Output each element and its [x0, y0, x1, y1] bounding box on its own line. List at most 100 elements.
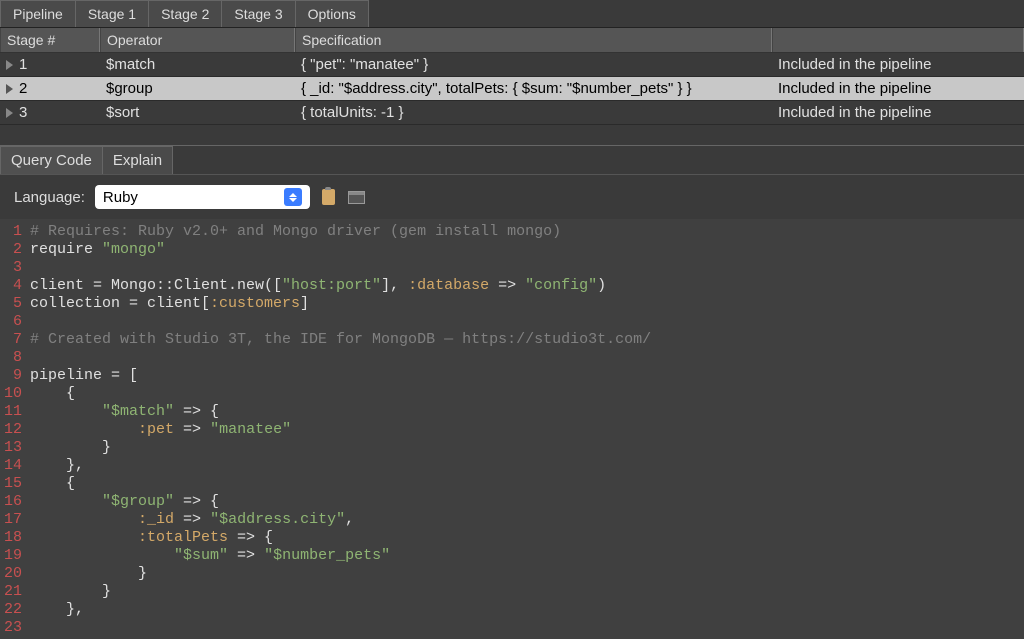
stage-spec: { _id: "$address.city", totalPets: { $su…	[295, 77, 772, 100]
code-content: }	[30, 439, 1024, 457]
code-editor[interactable]: 1# Requires: Ruby v2.0+ and Mongo driver…	[0, 219, 1024, 639]
code-content: :_id => "$address.city",	[30, 511, 1024, 529]
code-line: 18 :totalPets => {	[0, 529, 1024, 547]
code-line: 19 "$sum" => "$number_pets"	[0, 547, 1024, 565]
top-tab-pipeline[interactable]: Pipeline	[0, 0, 76, 27]
line-number: 9	[0, 367, 30, 385]
code-content: pipeline = [	[30, 367, 1024, 385]
line-number: 1	[0, 223, 30, 241]
line-number: 7	[0, 331, 30, 349]
code-line: 16 "$group" => {	[0, 493, 1024, 511]
top-tab-stage-2[interactable]: Stage 2	[148, 0, 222, 27]
lower-tab-explain[interactable]: Explain	[102, 146, 173, 174]
copy-to-clipboard-button[interactable]	[320, 188, 338, 206]
stages-header: Stage # Operator Specification	[0, 28, 1024, 53]
line-number: 3	[0, 259, 30, 277]
code-content: }	[30, 565, 1024, 583]
line-number: 6	[0, 313, 30, 331]
code-content: :pet => "manatee"	[30, 421, 1024, 439]
language-bar: Language: Ruby	[0, 174, 1024, 219]
top-tab-stage-1[interactable]: Stage 1	[75, 0, 149, 27]
code-line: 20 }	[0, 565, 1024, 583]
code-content: client = Mongo::Client.new(["host:port"]…	[30, 277, 1024, 295]
top-tab-options[interactable]: Options	[295, 0, 369, 27]
stage-num-cell: 3	[0, 101, 100, 124]
expand-arrow-icon[interactable]	[6, 84, 13, 94]
line-number: 14	[0, 457, 30, 475]
code-content: # Requires: Ruby v2.0+ and Mongo driver …	[30, 223, 1024, 241]
code-line: 13 }	[0, 439, 1024, 457]
col-operator[interactable]: Operator	[100, 28, 295, 52]
top-tabs: PipelineStage 1Stage 2Stage 3Options	[0, 0, 1024, 28]
stages-grid: 1$match{ "pet": "manatee" }Included in t…	[0, 53, 1024, 125]
expand-arrow-icon[interactable]	[6, 108, 13, 118]
line-number: 19	[0, 547, 30, 565]
open-window-button[interactable]	[348, 188, 366, 206]
code-content: },	[30, 457, 1024, 475]
line-number: 23	[0, 619, 30, 637]
code-content	[30, 349, 1024, 367]
line-number: 22	[0, 601, 30, 619]
line-number: 16	[0, 493, 30, 511]
line-number: 13	[0, 439, 30, 457]
code-line: 14 },	[0, 457, 1024, 475]
stage-row[interactable]: 3$sort{ totalUnits: -1 }Included in the …	[0, 101, 1024, 125]
code-line: 12 :pet => "manatee"	[0, 421, 1024, 439]
code-content: require "mongo"	[30, 241, 1024, 259]
stage-num: 2	[19, 80, 27, 97]
col-status[interactable]	[772, 28, 1024, 52]
lower-panel: Query CodeExplain Language: Ruby 1# Requ…	[0, 145, 1024, 639]
stage-row[interactable]: 1$match{ "pet": "manatee" }Included in t…	[0, 53, 1024, 77]
code-line: 2require "mongo"	[0, 241, 1024, 259]
line-number: 20	[0, 565, 30, 583]
code-content: "$match" => {	[30, 403, 1024, 421]
line-number: 2	[0, 241, 30, 259]
line-number: 4	[0, 277, 30, 295]
code-line: 4client = Mongo::Client.new(["host:port"…	[0, 277, 1024, 295]
stage-num: 3	[19, 104, 27, 121]
code-line: 15 {	[0, 475, 1024, 493]
expand-arrow-icon[interactable]	[6, 60, 13, 70]
code-content	[30, 619, 1024, 637]
stage-op: $sort	[100, 101, 295, 124]
code-line: 11 "$match" => {	[0, 403, 1024, 421]
code-content	[30, 259, 1024, 277]
clipboard-icon	[322, 189, 335, 205]
lower-tab-query-code[interactable]: Query Code	[0, 146, 103, 174]
line-number: 17	[0, 511, 30, 529]
code-content: "$sum" => "$number_pets"	[30, 547, 1024, 565]
line-number: 15	[0, 475, 30, 493]
code-content: {	[30, 385, 1024, 403]
code-line: 5collection = client[:customers]	[0, 295, 1024, 313]
language-value: Ruby	[103, 189, 284, 206]
line-number: 5	[0, 295, 30, 313]
col-spec[interactable]: Specification	[295, 28, 772, 52]
chevron-updown-icon	[284, 188, 302, 206]
code-content: }	[30, 583, 1024, 601]
stage-num-cell: 2	[0, 77, 100, 100]
code-content: {	[30, 475, 1024, 493]
code-content: collection = client[:customers]	[30, 295, 1024, 313]
code-line: 10 {	[0, 385, 1024, 403]
line-number: 12	[0, 421, 30, 439]
code-line: 9pipeline = [	[0, 367, 1024, 385]
stage-status: Included in the pipeline	[772, 53, 1024, 76]
stage-op: $group	[100, 77, 295, 100]
top-tab-stage-3[interactable]: Stage 3	[221, 0, 295, 27]
line-number: 18	[0, 529, 30, 547]
stage-status: Included in the pipeline	[772, 101, 1024, 124]
code-line: 3	[0, 259, 1024, 277]
stage-status: Included in the pipeline	[772, 77, 1024, 100]
stage-spec: { "pet": "manatee" }	[295, 53, 772, 76]
stage-row[interactable]: 2 $group{ _id: "$address.city", totalPets…	[0, 77, 1024, 101]
language-select[interactable]: Ruby	[95, 185, 310, 209]
code-content: # Created with Studio 3T, the IDE for Mo…	[30, 331, 1024, 349]
code-content	[30, 313, 1024, 331]
code-line: 21 }	[0, 583, 1024, 601]
stage-num: 1	[19, 56, 27, 73]
code-line: 1# Requires: Ruby v2.0+ and Mongo driver…	[0, 223, 1024, 241]
col-stage[interactable]: Stage #	[0, 28, 100, 52]
lower-tabs: Query CodeExplain	[0, 146, 1024, 174]
code-line: 7# Created with Studio 3T, the IDE for M…	[0, 331, 1024, 349]
code-line: 6	[0, 313, 1024, 331]
